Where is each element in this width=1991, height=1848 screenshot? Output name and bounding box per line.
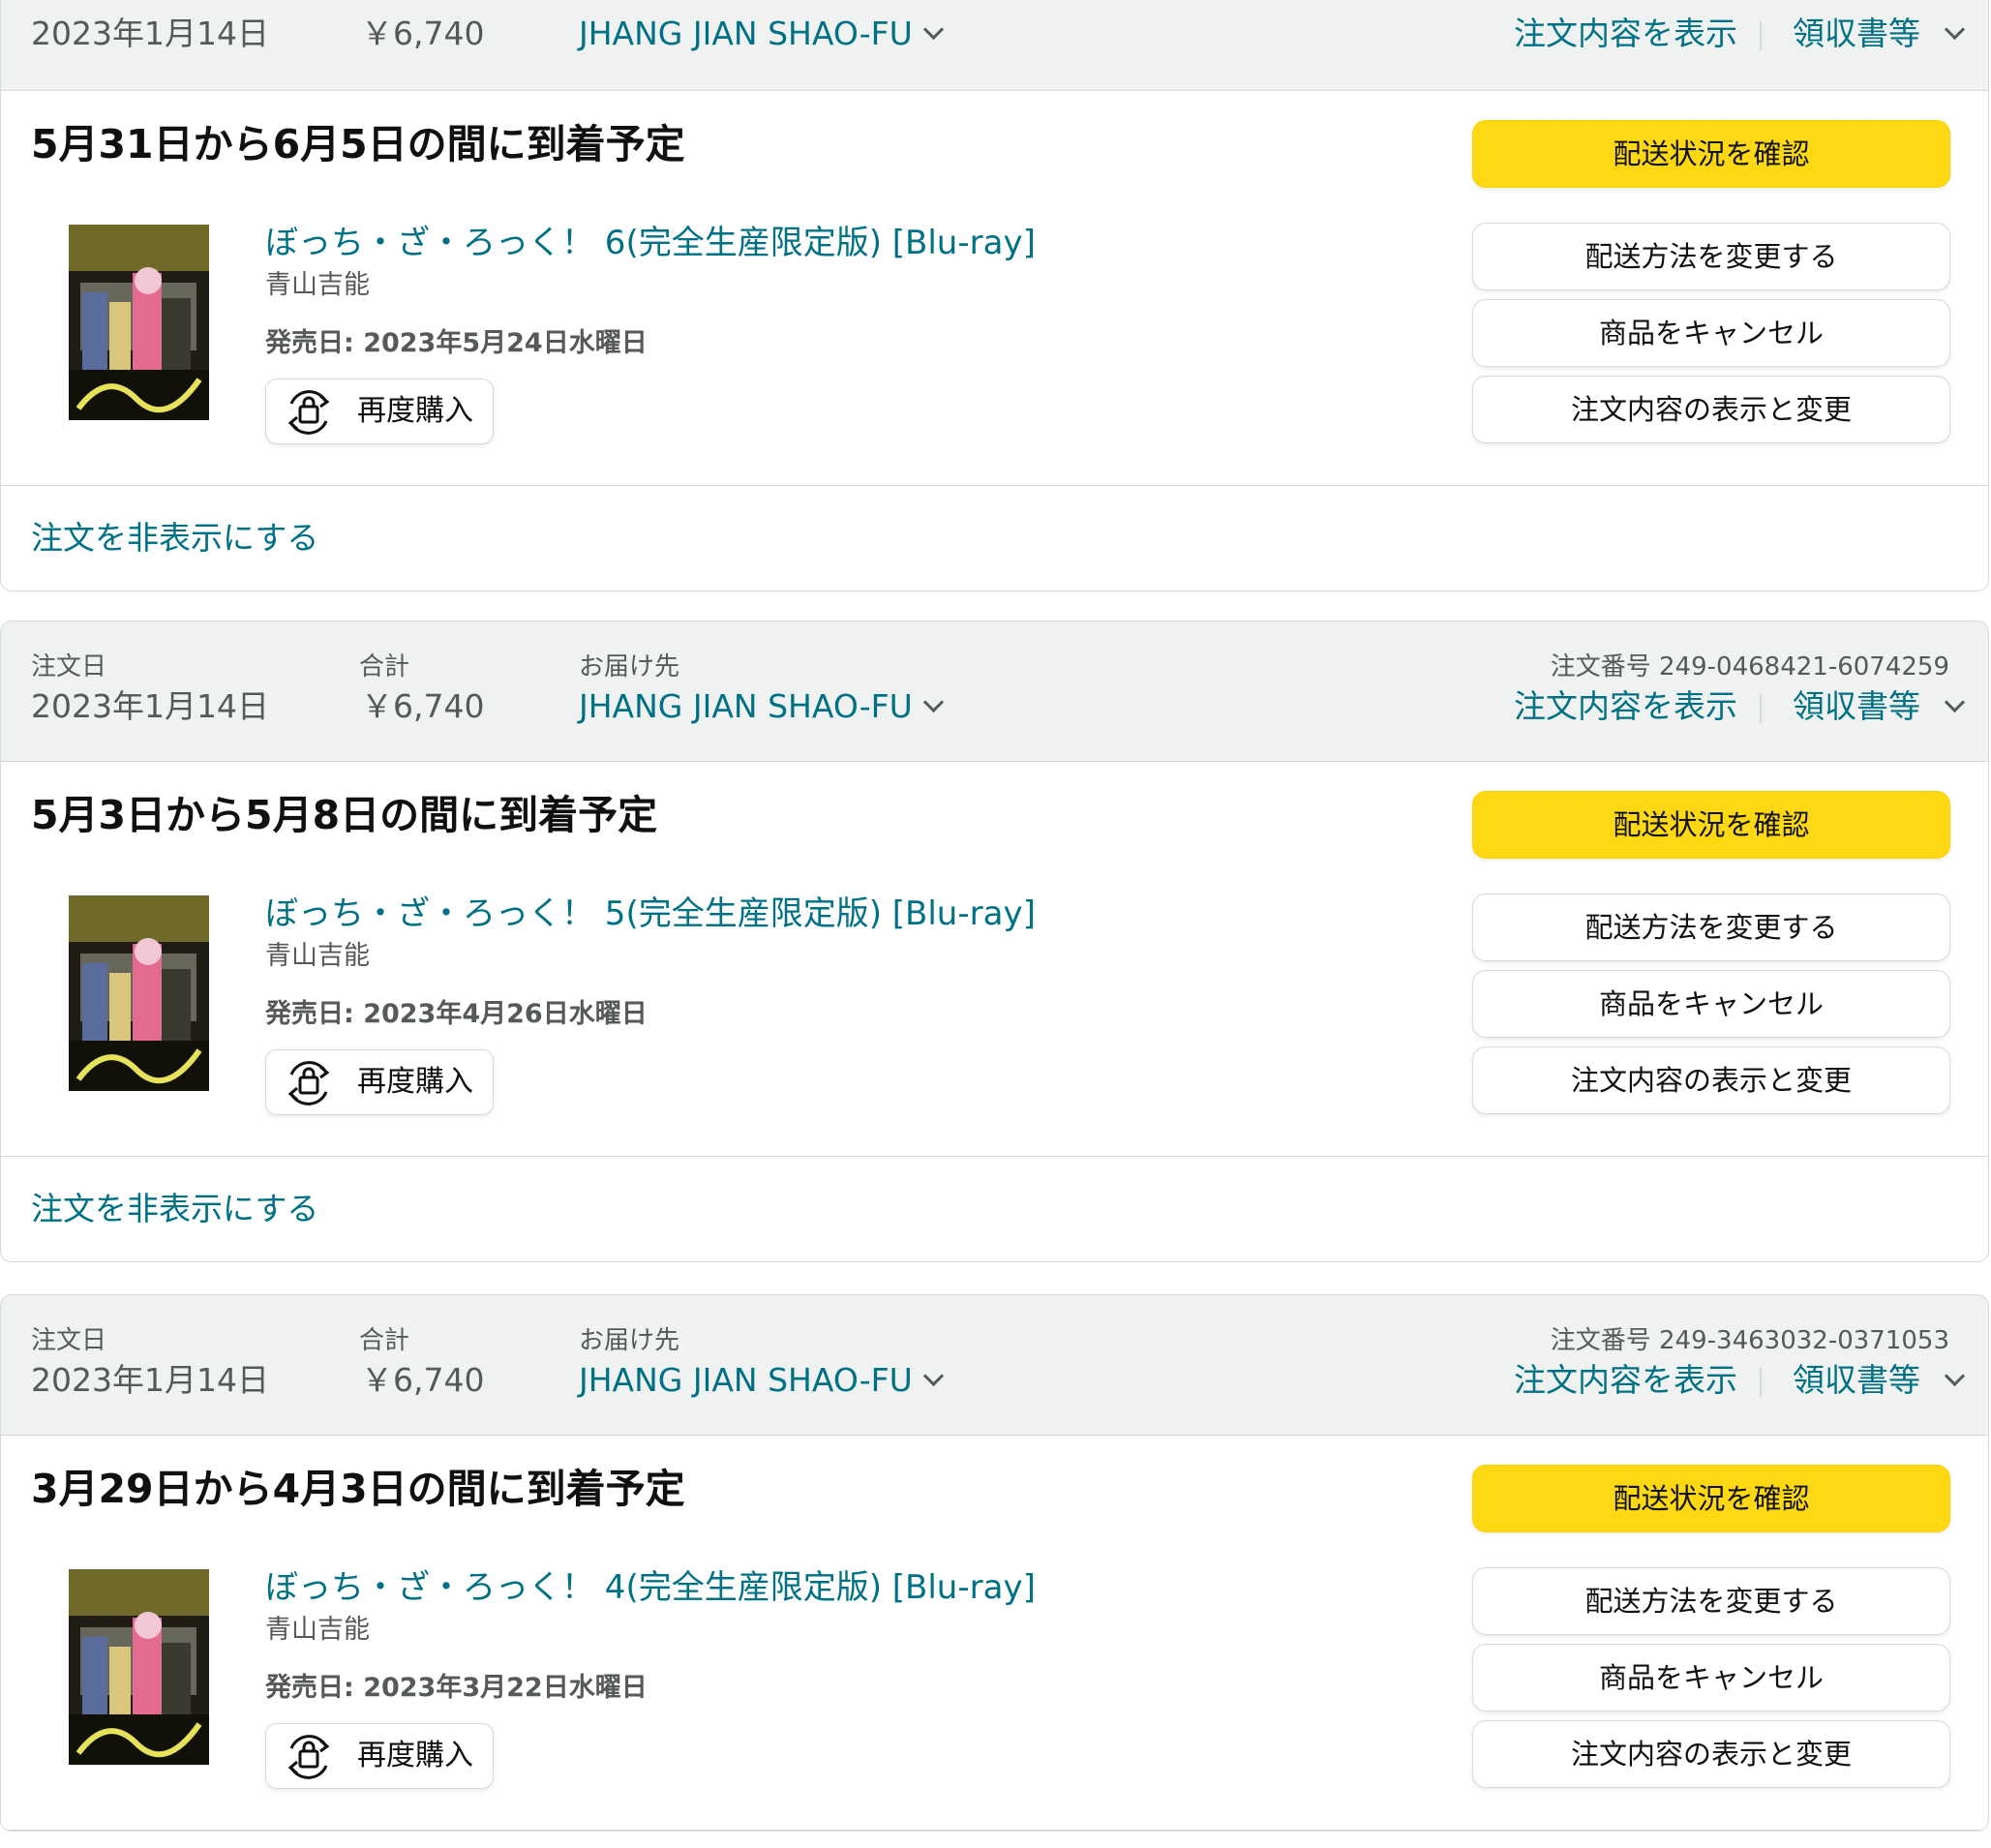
order-total-value: ￥6,740 (361, 1361, 485, 1399)
ship-to-name: JHANG JIAN SHAO-FU (579, 15, 913, 52)
order-card: 注文日 2023年1月14日 合計 ￥6,740 お届け先 JHANG JIAN… (0, 1294, 1989, 1832)
product-title-link[interactable]: ぼっち・ざ・ろっく！ 5(完全生産限定版) [Blu-ray] (265, 894, 1036, 934)
order-number: 注文番号 249-3463032-0371053 (1551, 1326, 1949, 1355)
product-author: 青山吉能 (265, 270, 370, 300)
buy-again-label: 再度購入 (357, 1065, 473, 1099)
order-footer: 注文を非表示にする (1, 1157, 1988, 1261)
ship-to-dropdown[interactable]: JHANG JIAN SHAO-FU (579, 15, 944, 52)
link-divider (1760, 694, 1762, 723)
order-date-label: 注文日 (31, 652, 107, 682)
order-body: 5月31日から6月5日の間に到着予定 ぼっち・ざ・ろっく！ 6(完全生産限定版)… (1, 91, 1988, 486)
receipt-dropdown[interactable]: 領収書等 (1793, 687, 1966, 725)
buy-again-label: 再度購入 (357, 1739, 473, 1772)
product-title-link[interactable]: ぼっち・ざ・ろっく！ 6(完全生産限定版) [Blu-ray] (265, 223, 1036, 263)
order-footer: 注文を非表示にする (1, 486, 1988, 591)
chevron-down-icon (1944, 691, 1966, 713)
view-order-link[interactable]: 注文内容を表示 (1514, 1362, 1737, 1399)
bag-refresh-icon (287, 390, 330, 435)
product-title-link[interactable]: ぼっち・ざ・ろっく！ 4(完全生産限定版) [Blu-ray] (265, 1567, 1036, 1608)
ship-to-name: JHANG JIAN SHAO-FU (579, 1361, 913, 1399)
link-divider (1760, 1368, 1762, 1397)
order-number-label: 注文番号 (1550, 1326, 1651, 1355)
order-number: 注文番号 249-0468421-6074259 (1551, 652, 1949, 682)
order-header: 注文日 2023年1月14日 合計 ￥6,740 お届け先 JHANG JIAN… (1, 1295, 1988, 1436)
ship-to-label: お届け先 (579, 1326, 680, 1355)
order-date-label: 注文日 (31, 1326, 107, 1355)
order-number-value: 249-3463032-0371053 (1659, 1326, 1949, 1355)
product-image[interactable] (69, 1569, 209, 1765)
buy-again-button[interactable]: 再度購入 (265, 1723, 494, 1789)
chevron-down-icon (922, 1365, 944, 1387)
view-edit-order-button[interactable]: 注文内容の表示と変更 (1472, 376, 1950, 443)
order-date-value: 2023年1月14日 (31, 15, 269, 52)
cancel-items-button[interactable]: 商品をキャンセル (1472, 970, 1950, 1038)
order-total-value: ￥6,740 (361, 687, 485, 725)
cancel-items-button[interactable]: 商品をキャンセル (1472, 299, 1950, 367)
product-image[interactable] (69, 225, 209, 420)
change-shipping-button[interactable]: 配送方法を変更する (1472, 894, 1950, 961)
ship-to-name: JHANG JIAN SHAO-FU (579, 687, 913, 725)
product-image[interactable] (69, 895, 209, 1091)
order-total-value: ￥6,740 (361, 15, 485, 52)
ship-to-label: お届け先 (579, 652, 680, 682)
order-date-value: 2023年1月14日 (31, 687, 269, 725)
release-date: 発売日: 2023年3月22日水曜日 (265, 1673, 648, 1703)
order-total-label: 合計 (359, 1326, 410, 1355)
cancel-items-button[interactable]: 商品をキャンセル (1472, 1644, 1950, 1712)
order-card: 2023年1月14日 ￥6,740 JHANG JIAN SHAO-FU 注文内… (0, 0, 1989, 591)
track-package-button[interactable]: 配送状況を確認 (1472, 791, 1950, 859)
buy-again-label: 再度購入 (357, 394, 473, 428)
change-shipping-button[interactable]: 配送方法を変更する (1472, 1567, 1950, 1635)
release-date: 発売日: 2023年4月26日水曜日 (265, 999, 648, 1029)
buy-again-button[interactable]: 再度購入 (265, 379, 494, 444)
delivery-estimate: 5月31日から6月5日の間に到着予定 (31, 121, 685, 167)
receipt-label: 領収書等 (1793, 15, 1920, 52)
chevron-down-icon (922, 691, 944, 713)
receipt-label: 領収書等 (1793, 687, 1920, 725)
bag-refresh-icon (287, 1735, 330, 1779)
chevron-down-icon (1944, 1365, 1966, 1387)
chevron-down-icon (922, 18, 944, 41)
order-header: 2023年1月14日 ￥6,740 JHANG JIAN SHAO-FU 注文内… (1, 0, 1988, 91)
receipt-dropdown[interactable]: 領収書等 (1793, 1361, 1966, 1399)
chevron-down-icon (1944, 18, 1966, 41)
view-order-link[interactable]: 注文内容を表示 (1514, 688, 1737, 725)
hide-order-link[interactable]: 注文を非表示にする (31, 519, 318, 558)
order-body: 5月3日から5月8日の間に到着予定 ぼっち・ざ・ろっく！ 5(完全生産限定版) … (1, 762, 1988, 1157)
product-author: 青山吉能 (265, 1615, 370, 1645)
order-number-label: 注文番号 (1550, 652, 1651, 682)
change-shipping-button[interactable]: 配送方法を変更する (1472, 223, 1950, 290)
view-edit-order-button[interactable]: 注文内容の表示と変更 (1472, 1046, 1950, 1114)
view-edit-order-button[interactable]: 注文内容の表示と変更 (1472, 1720, 1950, 1788)
ship-to-dropdown[interactable]: JHANG JIAN SHAO-FU (579, 687, 944, 725)
receipt-label: 領収書等 (1793, 1361, 1920, 1399)
track-package-button[interactable]: 配送状況を確認 (1472, 120, 1950, 188)
buy-again-button[interactable]: 再度購入 (265, 1049, 494, 1115)
order-number-value: 249-0468421-6074259 (1659, 652, 1949, 682)
ship-to-dropdown[interactable]: JHANG JIAN SHAO-FU (579, 1361, 944, 1399)
delivery-estimate: 3月29日から4月3日の間に到着予定 (31, 1466, 685, 1512)
delivery-estimate: 5月3日から5月8日の間に到着予定 (31, 792, 658, 838)
link-divider (1760, 21, 1762, 50)
product-author: 青山吉能 (265, 941, 370, 971)
hide-order-link[interactable]: 注文を非表示にする (31, 1190, 318, 1228)
release-date: 発売日: 2023年5月24日水曜日 (265, 328, 648, 358)
order-date-value: 2023年1月14日 (31, 1361, 269, 1399)
order-total-label: 合計 (359, 652, 410, 682)
bag-refresh-icon (287, 1061, 330, 1106)
order-body: 3月29日から4月3日の間に到着予定 ぼっち・ざ・ろっく！ 4(完全生産限定版)… (1, 1436, 1988, 1831)
view-order-link[interactable]: 注文内容を表示 (1514, 15, 1737, 52)
order-header: 注文日 2023年1月14日 合計 ￥6,740 お届け先 JHANG JIAN… (1, 621, 1988, 762)
receipt-dropdown[interactable]: 領収書等 (1793, 15, 1966, 52)
order-card: 注文日 2023年1月14日 合計 ￥6,740 お届け先 JHANG JIAN… (0, 621, 1989, 1262)
track-package-button[interactable]: 配送状況を確認 (1472, 1465, 1950, 1532)
